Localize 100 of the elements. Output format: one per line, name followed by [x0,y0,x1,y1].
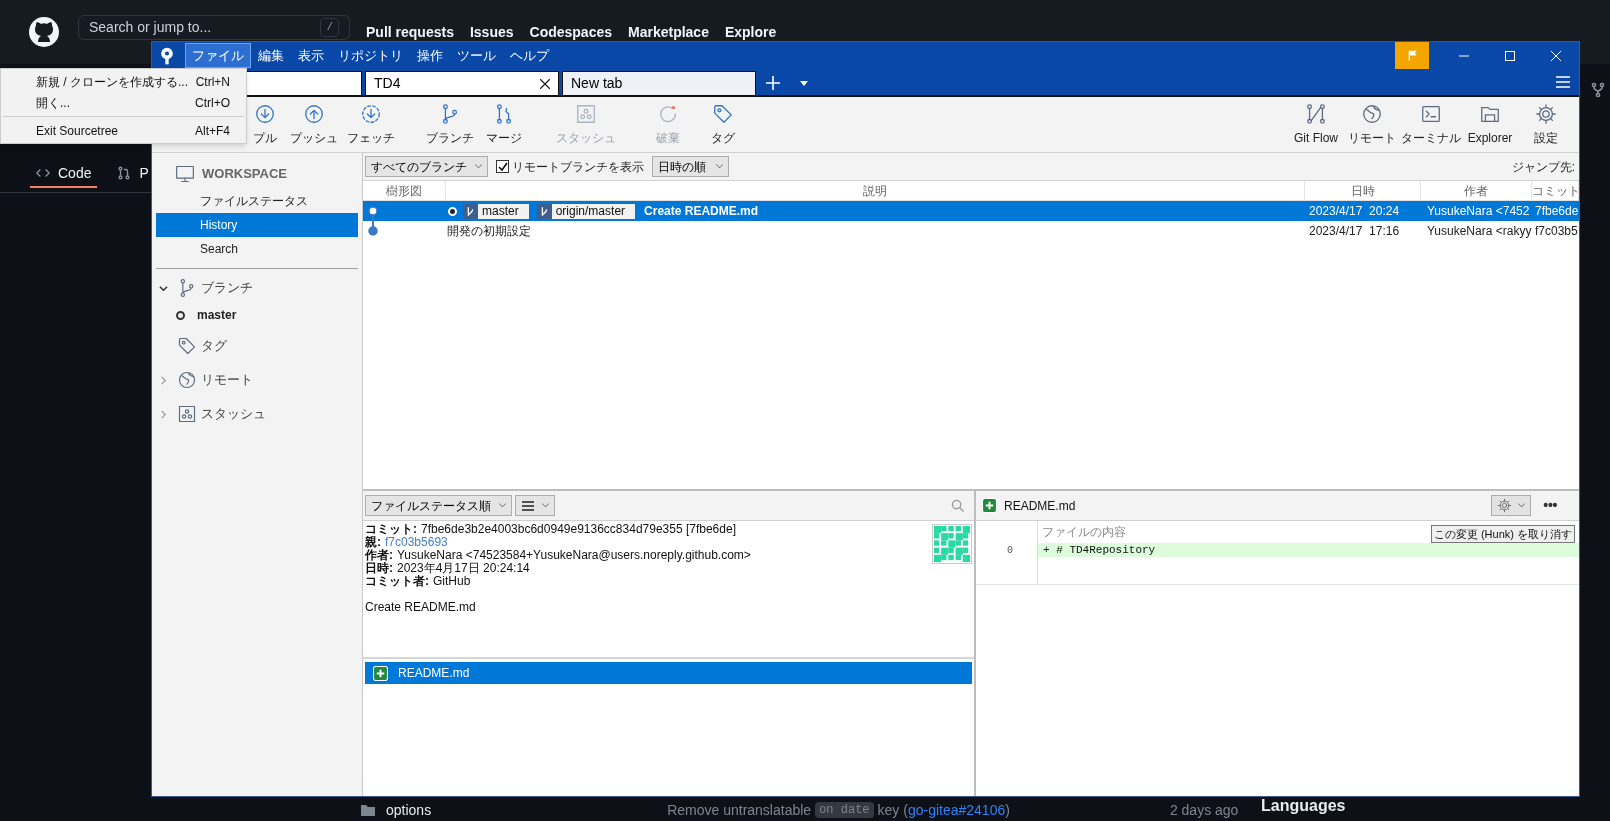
menu-item[interactable]: 表示 [291,43,331,68]
diff-file-name: README.md [1004,497,1076,515]
inline-code: on date [815,802,874,818]
group-label[interactable]: ブランチ [201,278,253,298]
more-button[interactable]: ••• [1539,495,1561,516]
check-icon [497,161,508,172]
menu-item-label: Exit Sourcetree [36,122,120,140]
checkbox-label[interactable]: リモートブランチを表示 [512,157,644,176]
caret-icon[interactable] [800,81,808,86]
column-header[interactable]: コミット [1532,181,1579,200]
upload-icon [303,102,325,125]
menu-item[interactable]: 新規 / クローンを作成する... Ctrl+N [1,71,246,92]
branch-item[interactable]: master [197,306,237,324]
toolbar-button[interactable]: タグ [699,99,747,150]
parent-commit-link[interactable]: f7c03b5693 [385,536,448,549]
repository-tab[interactable]: New tab [562,71,756,95]
field-label: 作者: [365,549,393,562]
chevron-down-icon [541,503,549,508]
nav-link[interactable]: Marketplace [628,21,709,43]
logo-icon[interactable] [28,16,60,48]
commit-date: 2023/4/17 20:24 [1308,203,1401,220]
group-label[interactable]: スタッシュ [201,404,266,424]
toolbar-button[interactable]: ブランチ [426,99,474,150]
commit-hash: 7fbe6de [1534,203,1579,220]
toolbar-button[interactable]: Explorer [1463,99,1517,150]
column-header[interactable]: 作者 [1421,181,1532,200]
column-header: ファイルの内容 [1042,524,1126,541]
column-header[interactable]: 説明 [446,181,1305,200]
menu-item[interactable]: ファイル [185,43,251,68]
tab-label: New tab [571,74,624,93]
nav-link[interactable]: Issues [469,21,514,43]
checkbox[interactable] [496,160,509,173]
add-icon[interactable] [766,76,780,90]
tag-icon [712,102,734,125]
shortcut-label: Ctrl+O [195,94,230,112]
stash-icon [177,404,197,424]
sidebar-item[interactable]: History [156,213,358,237]
code-icon [36,166,50,180]
shortcut-key: / [320,18,339,37]
sidebar-item[interactable]: Search [156,237,358,261]
menu-item[interactable]: 操作 [410,43,450,68]
field-label: 日時: [365,562,393,575]
file-name: README.md [398,665,470,682]
toolbar-button[interactable]: プッシュ [290,99,338,150]
toolbar-button[interactable]: マージ [480,99,528,150]
sort-dropdown[interactable]: 日時の順 [652,156,729,177]
folder-icon [360,802,376,818]
discard-hunk-button[interactable]: この変更 (Hunk) を取り消す [1430,525,1575,543]
stash-icon [575,102,597,125]
column-header[interactable]: 日時 [1305,181,1421,200]
nav-link[interactable]: Explore [724,21,777,43]
commit-author: YusukeNara <rakyy [1426,223,1532,240]
group-label[interactable]: リモート [201,370,253,390]
sidebar-item[interactable]: ファイルステータス [156,189,358,213]
toolbar-button[interactable]: フェッチ [347,99,395,150]
branch-label[interactable]: origin/master [536,203,636,219]
branch-icon [536,203,552,219]
chevron-down-icon[interactable] [159,283,168,293]
chevron-down-icon [475,164,482,169]
commit-row[interactable]: 開発の初期設定 2023/4/17 17:16 YusukeNara <rakyy f7c03b5 [363,221,1579,241]
branch-dropdown[interactable]: すべてのブランチ [365,156,488,177]
field-value: 2023年4月17日 20:24:14 [397,562,530,575]
diff-line: + # TD4Repository [1042,542,1156,558]
nav-link[interactable]: Codespaces [529,21,612,43]
menu-item[interactable]: ツール [450,43,503,68]
toolbar-button[interactable]: 設定 [1519,99,1573,150]
toolbar-button[interactable]: Git Flow [1289,99,1343,150]
repository-tab[interactable]: TD4 [365,71,559,95]
repo-tab[interactable]: Code [30,160,98,188]
toolbar-button[interactable]: ターミナル [1401,99,1461,150]
graph-node [368,226,378,236]
menu-item[interactable]: 編集 [251,43,291,68]
menu-icon[interactable] [1556,76,1570,88]
menu-item[interactable]: ヘルプ [503,43,556,68]
view-dropdown[interactable] [515,495,555,516]
commit-row[interactable]: master origin/master Create README.md 2023/4/17 20:24 YusukeNara <7452 7fbe6de [363,201,1579,221]
chevron-down-icon [1518,503,1526,508]
monitor-icon [174,164,196,184]
chevron-down-icon [499,503,506,508]
settings-icon [1535,102,1557,125]
file-row[interactable]: README.md [365,662,972,684]
toolbar-button[interactable]: リモート [1345,99,1399,150]
search-icon[interactable] [951,499,964,512]
close-icon[interactable] [540,78,550,89]
column-header[interactable]: 樹形図 [363,181,446,200]
settings-dropdown[interactable] [1491,495,1532,516]
branch-label[interactable]: master [463,203,529,219]
issue-link[interactable]: go-gitea#24106 [907,802,1006,818]
commit-message: Create README.md [365,601,477,614]
commit-date: 2023/4/17 17:16 [1308,223,1401,240]
repo-tab[interactable]: P [111,160,149,188]
menu-item[interactable]: リポジトリ [331,43,410,68]
search-field[interactable]: Search or jump to... / [78,15,350,40]
download-icon [254,102,276,125]
pull-request-icon [117,166,132,180]
nav-link[interactable]: Pull requests [366,21,454,43]
sort-dropdown[interactable]: ファイルステータス順 [365,495,512,516]
group-label[interactable]: タグ [201,336,227,356]
commit-hash: f7c03b5 [1534,223,1579,240]
file-link[interactable]: options [386,802,432,818]
